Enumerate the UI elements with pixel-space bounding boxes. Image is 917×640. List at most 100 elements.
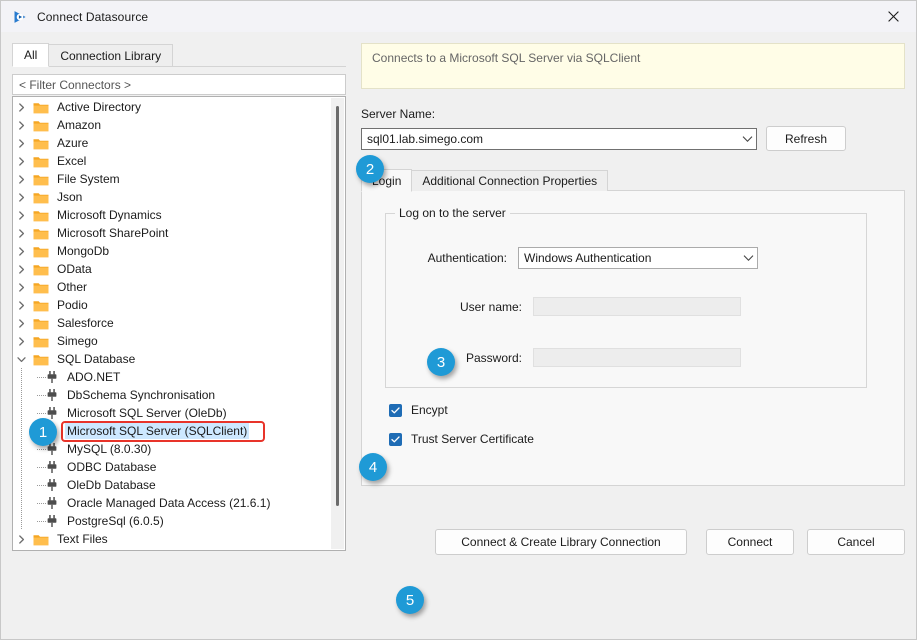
refresh-button[interactable]: Refresh <box>766 126 846 151</box>
logon-groupbox: Log on to the server Authentication: Win… <box>385 206 867 388</box>
tree-item[interactable]: OData <box>13 260 331 278</box>
encrypt-checkbox-row[interactable]: Encypt <box>389 403 448 417</box>
server-name-label: Server Name: <box>361 107 436 121</box>
tree-item[interactable]: Podio <box>13 296 331 314</box>
tree-item-selected[interactable]: Microsoft SQL Server (SQLClient) <box>13 422 331 440</box>
chevron-right-icon[interactable] <box>13 318 29 328</box>
tab-all[interactable]: All <box>12 43 50 67</box>
chevron-right-icon[interactable] <box>13 534 29 544</box>
tree-item-label: File System <box>57 172 120 186</box>
left-tabstrip: All Connection Library <box>12 43 346 67</box>
connector-plug-icon <box>45 370 59 384</box>
connector-tree[interactable]: Active Directory Amazon Azure Excel File Sys… <box>12 96 346 551</box>
chevron-right-icon[interactable] <box>13 264 29 274</box>
connector-plug-icon <box>45 478 59 492</box>
tree-item[interactable]: Azure <box>13 134 331 152</box>
tab-connection-library-label: Connection Library <box>60 49 162 63</box>
tree-item[interactable]: SQL Database <box>13 350 331 368</box>
cancel-button-label: Cancel <box>837 535 875 549</box>
folder-icon <box>33 119 49 132</box>
tree-item-label: ADO.NET <box>67 370 121 384</box>
password-input[interactable] <box>533 348 741 367</box>
authentication-row: Authentication: Windows Authentication <box>386 247 858 269</box>
tree-item[interactable]: File System <box>13 170 331 188</box>
server-name-combobox[interactable]: sql01.lab.simego.com <box>361 127 757 150</box>
tab-additional-connection-properties[interactable]: Additional Connection Properties <box>411 170 609 191</box>
check-icon[interactable] <box>389 432 402 446</box>
password-label: Password: <box>465 350 522 365</box>
tree-item[interactable]: Other <box>13 278 331 296</box>
folder-icon <box>33 299 49 312</box>
chevron-right-icon[interactable] <box>13 336 29 346</box>
tree-item-label: Microsoft SQL Server (OleDb) <box>67 406 227 420</box>
chevron-right-icon[interactable] <box>13 102 29 112</box>
tree-item-label: Active Directory <box>57 100 142 114</box>
tree-item[interactable]: OleDb Database <box>13 476 331 494</box>
chevron-right-icon[interactable] <box>13 246 29 256</box>
tree-item-label: Oracle Managed Data Access (21.6.1) <box>67 496 271 510</box>
chevron-right-icon[interactable] <box>13 138 29 148</box>
chevron-down-icon[interactable] <box>13 355 29 364</box>
folder-icon <box>33 317 49 330</box>
tree-item[interactable]: Excel <box>13 152 331 170</box>
check-icon[interactable] <box>389 403 402 417</box>
connector-plug-icon <box>45 514 59 528</box>
tree-item[interactable]: Text Files <box>13 530 331 548</box>
tree-scrollbar[interactable] <box>331 98 344 549</box>
folder-icon <box>33 101 49 114</box>
settings-tabstrip: Login Additional Connection Properties <box>361 169 905 192</box>
connector-tree-rows: Active Directory Amazon Azure Excel File Sys… <box>13 98 331 550</box>
tree-item[interactable]: Active Directory <box>13 98 331 116</box>
folder-icon <box>33 137 49 150</box>
tree-item[interactable]: MySQL (8.0.30) <box>13 440 331 458</box>
chevron-down-icon[interactable] <box>739 254 757 262</box>
tree-item-label: MySQL (8.0.30) <box>67 442 152 456</box>
filter-connectors-text: < Filter Connectors > <box>19 77 132 92</box>
tree-item[interactable]: Json <box>13 188 331 206</box>
tree-item[interactable]: Simego <box>13 332 331 350</box>
tree-item[interactable]: PostgreSql (6.0.5) <box>13 512 331 530</box>
folder-icon <box>33 353 49 366</box>
connector-plug-icon <box>45 406 59 420</box>
tree-item[interactable]: MongoDb <box>13 242 331 260</box>
tree-item[interactable]: ADO.NET <box>13 368 331 386</box>
chevron-right-icon[interactable] <box>13 210 29 220</box>
connect-and-create-library-connection-button[interactable]: Connect & Create Library Connection <box>435 529 687 555</box>
chevron-right-icon[interactable] <box>13 120 29 130</box>
tree-scrollbar-thumb[interactable] <box>336 106 339 506</box>
connector-browser-pane: All Connection Library < Filter Connecto… <box>12 43 346 551</box>
chevron-right-icon[interactable] <box>13 282 29 292</box>
chevron-right-icon[interactable] <box>13 156 29 166</box>
folder-icon <box>33 335 49 348</box>
authentication-value: Windows Authentication <box>524 251 652 265</box>
folder-icon <box>33 191 49 204</box>
chevron-down-icon[interactable] <box>738 135 756 143</box>
chevron-right-icon[interactable] <box>13 300 29 310</box>
tree-item[interactable]: Amazon <box>13 116 331 134</box>
tree-item[interactable]: Oracle Managed Data Access (21.6.1) <box>13 494 331 512</box>
tree-item[interactable]: Microsoft Dynamics <box>13 206 331 224</box>
tree-item[interactable]: Microsoft SharePoint <box>13 224 331 242</box>
tree-item[interactable]: Microsoft SQL Server (OleDb) <box>13 404 331 422</box>
chevron-right-icon[interactable] <box>13 228 29 238</box>
server-name-row: sql01.lab.simego.com Refresh <box>361 126 905 151</box>
connect-button[interactable]: Connect <box>706 529 794 555</box>
filter-connectors-input[interactable]: < Filter Connectors > <box>12 74 346 95</box>
tab-login[interactable]: Login <box>361 169 413 192</box>
tree-item-label: OData <box>57 262 92 276</box>
tree-item[interactable]: ODBC Database <box>13 458 331 476</box>
authentication-combobox[interactable]: Windows Authentication <box>518 247 758 269</box>
tree-item[interactable]: Salesforce <box>13 314 331 332</box>
logon-groupbox-title: Log on to the server <box>395 206 510 220</box>
cancel-button[interactable]: Cancel <box>807 529 905 555</box>
chevron-right-icon[interactable] <box>13 192 29 202</box>
tree-item[interactable]: DbSchema Synchronisation <box>13 386 331 404</box>
tab-connection-library[interactable]: Connection Library <box>48 44 174 66</box>
username-input[interactable] <box>533 297 741 316</box>
folder-icon <box>33 209 49 222</box>
trust-server-certificate-checkbox-row[interactable]: Trust Server Certificate <box>389 432 534 446</box>
chevron-right-icon[interactable] <box>13 174 29 184</box>
tab-all-label: All <box>24 48 38 62</box>
close-icon[interactable] <box>870 1 916 32</box>
username-row: User name: <box>386 297 741 316</box>
